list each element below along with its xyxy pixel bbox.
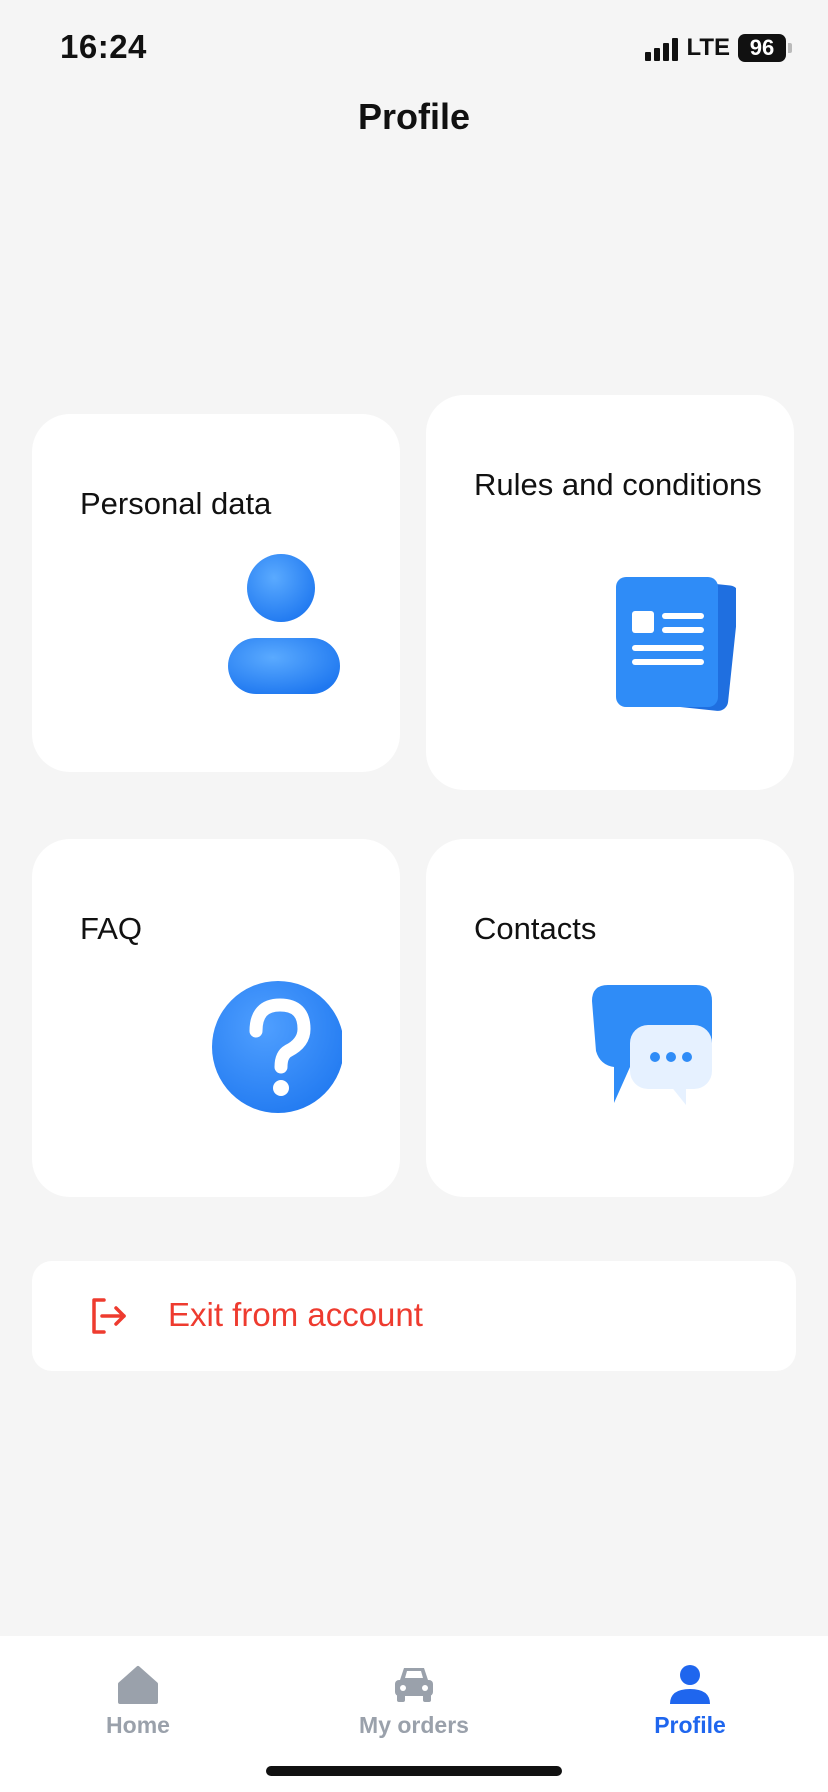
page-title: Profile [357, 96, 471, 137]
card-label: Contacts [474, 911, 597, 946]
faq-card[interactable]: FAQ [32, 839, 400, 1197]
exit-label: Exit from account [168, 1296, 423, 1333]
tab-profile[interactable]: Profile [590, 1662, 790, 1739]
personal-data-card[interactable]: Personal data [32, 414, 400, 772]
tab-my-orders[interactable]: My orders [314, 1662, 514, 1739]
car-icon [395, 1668, 433, 1702]
logout-icon [92, 1298, 126, 1334]
card-label: Rules and conditions [474, 467, 762, 502]
battery-level: 96 [738, 34, 786, 62]
tab-label: Home [106, 1712, 170, 1738]
network-type: LTE [686, 34, 730, 61]
contacts-card[interactable]: Contacts [426, 839, 794, 1197]
tab-label: Profile [654, 1712, 726, 1738]
card-label: Personal data [80, 486, 272, 521]
exit-account-button[interactable]: Exit from account [32, 1261, 796, 1371]
home-indicator [266, 1766, 562, 1776]
home-icon [118, 1666, 158, 1704]
question-icon [212, 981, 342, 1113]
status-time: 16:24 [60, 28, 147, 65]
status-indicators: LTE 96 [645, 34, 792, 62]
person-icon [228, 554, 340, 694]
battery-icon: 96 [738, 34, 792, 62]
signal-icon [645, 35, 679, 61]
person-icon [670, 1665, 710, 1704]
battery-tip [788, 43, 792, 53]
chat-icon [592, 985, 712, 1105]
document-icon [616, 577, 736, 711]
card-label: FAQ [80, 911, 143, 946]
tab-home[interactable]: Home [38, 1662, 238, 1739]
tab-label: My orders [359, 1712, 469, 1738]
rules-card[interactable]: Rules and conditions [426, 395, 794, 790]
